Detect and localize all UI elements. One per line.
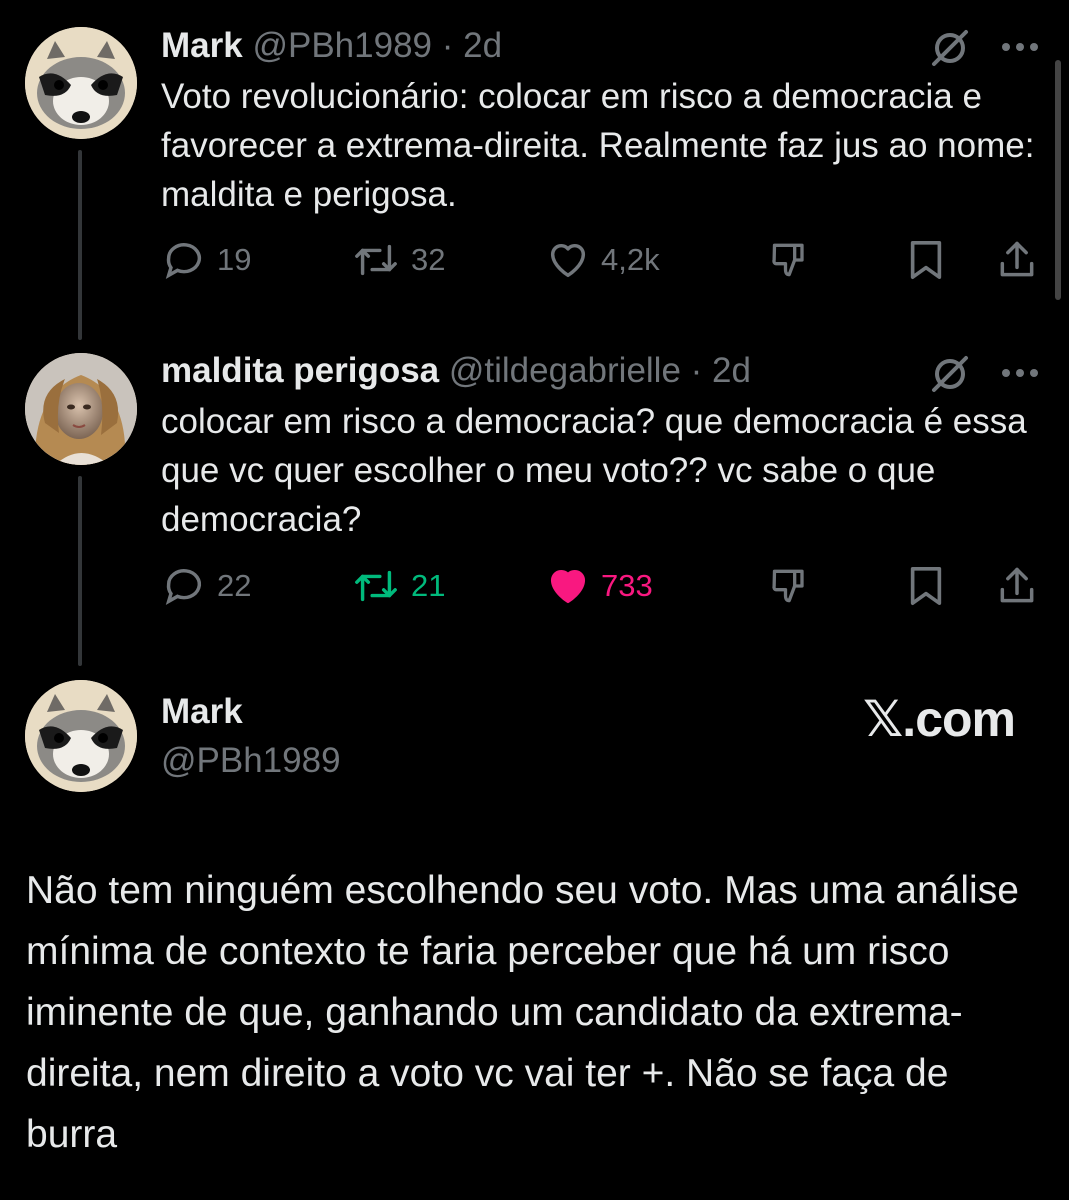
thread-line — [78, 476, 82, 666]
xcom-watermark: 𝕏.com — [863, 691, 1016, 747]
grok-icon[interactable] — [928, 26, 972, 75]
thread-line — [78, 150, 82, 340]
tweet-header: maldita perigosa @tildegabrielle · 2d — [161, 351, 751, 391]
author-handle[interactable]: @PBh1989 — [161, 741, 341, 781]
like-count: 4,2k — [601, 242, 660, 277]
like-button[interactable]: 733 — [545, 561, 653, 611]
like-icon — [545, 237, 591, 283]
author-name[interactable]: maldita perigosa — [161, 351, 439, 390]
retweet-button[interactable]: 21 — [351, 561, 445, 611]
action-bar: 19 32 4,2k — [161, 235, 1041, 285]
share-button[interactable] — [995, 561, 1039, 611]
share-icon — [995, 237, 1039, 283]
like-count: 733 — [601, 568, 653, 603]
author-name[interactable]: Mark — [161, 26, 243, 65]
author-name[interactable]: Mark — [161, 692, 243, 732]
timestamp[interactable]: · 2d — [442, 26, 502, 65]
bookmark-icon — [905, 563, 947, 609]
more-icon[interactable] — [1000, 40, 1040, 58]
bookmark-button[interactable] — [905, 561, 947, 611]
tweet-text: colocar em risco a democracia? que democ… — [161, 402, 1027, 539]
action-bar: 22 21 733 — [161, 561, 1041, 611]
author-handle[interactable]: @PBh1989 — [252, 26, 432, 65]
tweet-header: Mark @PBh1989 · 2d — [161, 26, 502, 66]
dislike-button[interactable] — [769, 235, 813, 285]
reply-count: 19 — [217, 242, 252, 277]
reply-icon — [161, 563, 207, 609]
avatar[interactable] — [25, 27, 137, 139]
dislike-icon — [769, 237, 813, 283]
dislike-icon — [769, 563, 813, 609]
more-icon[interactable] — [1000, 366, 1040, 384]
reply-count: 22 — [217, 568, 252, 603]
like-button[interactable]: 4,2k — [545, 235, 660, 285]
avatar[interactable] — [25, 680, 137, 792]
main-tweet-text: Não tem ninguém escolhendo seu voto. Mas… — [26, 869, 1019, 1156]
avatar[interactable] — [25, 353, 137, 465]
reply-icon — [161, 237, 207, 283]
like-icon — [545, 563, 591, 609]
retweet-count: 21 — [411, 568, 446, 603]
share-button[interactable] — [995, 235, 1039, 285]
grok-icon[interactable] — [928, 352, 972, 401]
retweet-icon — [351, 237, 401, 283]
retweet-icon — [351, 563, 401, 609]
reply-button[interactable]: 22 — [161, 561, 251, 611]
tweet-text: Voto revolucionário: colocar em risco a … — [161, 77, 1035, 214]
share-icon — [995, 563, 1039, 609]
reply-button[interactable]: 19 — [161, 235, 251, 285]
timestamp[interactable]: · 2d — [691, 351, 751, 390]
bookmark-button[interactable] — [905, 235, 947, 285]
dislike-button[interactable] — [769, 561, 813, 611]
retweet-button[interactable]: 32 — [351, 235, 445, 285]
bookmark-icon — [905, 237, 947, 283]
scrollbar[interactable] — [1055, 60, 1061, 300]
author-handle[interactable]: @tildegabrielle — [449, 351, 681, 390]
retweet-count: 32 — [411, 242, 446, 277]
